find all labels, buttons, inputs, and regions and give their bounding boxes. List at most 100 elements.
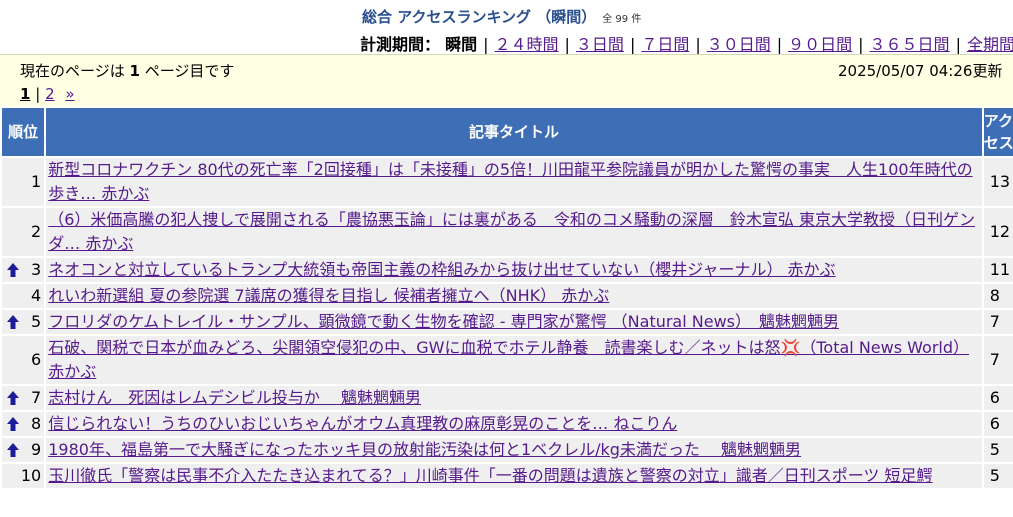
article-title-link[interactable]: 1980年、福島第一で大騒ぎになったホッキ貝の放射能汚染は何と1ベクレル/kg未…	[48, 440, 801, 459]
article-title-link[interactable]: 玉川徹氏「警察は民事不介入たたき込まれてる？」川崎事件「一番の問題は遺族と警察の…	[48, 466, 932, 485]
rank-number: 8	[31, 414, 42, 433]
rank-number: 6	[31, 350, 42, 369]
title-cell: 信じられない！うちのひいおじいちゃんがオウム真理教の麻原彰晃のことを… ねこりん	[46, 412, 982, 436]
rank-up-arrow-icon	[7, 443, 19, 457]
separator: |	[35, 85, 41, 103]
pager-current: 1	[20, 85, 31, 103]
title-cell: （6）米価高騰の犯人捜しで展開される「農協悪玉論」には裏がある 令和のコメ騒動の…	[46, 208, 982, 256]
period-link-30d[interactable]: ３０日間	[707, 35, 771, 54]
access-column-header: アクセス	[983, 108, 1013, 156]
table-row: 10 玉川徹氏「警察は民事不介入たたき込まれてる？」川崎事件「一番の問題は遺族と警…	[2, 464, 1013, 488]
rank-cell: 1	[2, 158, 45, 206]
separator: |	[858, 35, 864, 54]
article-title-link[interactable]: 志村けん 死因はレムデシビル投与か 魑魅魍魎男	[48, 388, 421, 407]
access-count: 6	[983, 412, 1013, 436]
rank-cell: 7	[2, 386, 45, 410]
access-count: 13	[983, 158, 1013, 206]
access-count: 8	[983, 284, 1013, 308]
title-cell: 志村けん 死因はレムデシビル投与か 魑魅魍魎男	[46, 386, 982, 410]
title-cell: 新型コロナワクチン 80代の死亡率「2回接種」は「未接種」の5倍！川田龍平参院議…	[46, 158, 982, 206]
rank-number: 4	[31, 286, 42, 305]
table-row: 4 れいわ新選組 夏の参院選 7議席の獲得を目指し 候補者擁立へ（NHK） 赤かぶ…	[2, 284, 1013, 308]
table-row: 1 新型コロナワクチン 80代の死亡率「2回接種」は「未接種」の5倍！川田龍平参院…	[2, 158, 1013, 206]
access-count: 6	[983, 386, 1013, 410]
article-title-link[interactable]: 石破、関税で日本が血みどろ、尖閣領空侵犯の中、GWに血税でホテル静養 読書楽しむ…	[48, 338, 969, 381]
table-row: 5 フロリダのケムトレイル・サンプル、顕微鏡で動く生物を確認 - 専門家が驚愕 （…	[2, 310, 1013, 334]
ranking-title: 総合 アクセスランキング （瞬間） 全 99 件	[362, 6, 641, 27]
title-cell: 石破、関税で日本が血みどろ、尖閣領空侵犯の中、GWに血税でホテル静養 読書楽しむ…	[46, 336, 982, 384]
page-header: 総合 アクセスランキング （瞬間） 全 99 件 計測期間： 瞬間 | ２４時間 | ３日…	[0, 0, 1013, 54]
title-column-header: 記事タイトル	[46, 108, 982, 156]
period-label: 計測期間：	[360, 35, 441, 54]
rank-up-arrow-icon	[7, 417, 19, 431]
rank-number: 5	[31, 312, 42, 331]
separator: |	[483, 35, 489, 54]
separator: |	[695, 35, 701, 54]
pager-page-2[interactable]: 2	[45, 85, 55, 103]
rank-cell: 4	[2, 284, 45, 308]
title-cell: 1980年、福島第一で大騒ぎになったホッキ貝の放射能汚染は何と1ベクレル/kg未…	[46, 438, 982, 462]
page-info-prefix: 現在のページは	[20, 62, 125, 80]
article-title-link[interactable]: れいわ新選組 夏の参院選 7議席の獲得を目指し 候補者擁立へ（NHK） 赤かぶ	[48, 286, 609, 305]
title-cell: フロリダのケムトレイル・サンプル、顕微鏡で動く生物を確認 - 専門家が驚愕 （N…	[46, 310, 982, 334]
period-link-24h[interactable]: ２４時間	[495, 35, 559, 54]
pagination: 1 | 2 »	[20, 85, 75, 103]
rank-cell: 6	[2, 336, 45, 384]
total-count: 全 99 件	[602, 14, 642, 25]
article-title-link[interactable]: （6）米価高騰の犯人捜しで展開される「農協悪玉論」には裏がある 令和のコメ騒動の…	[48, 210, 975, 253]
title-cell: ネオコンと対立しているトランプ大統領も帝国主義の枠組みから抜け出せていない（櫻井…	[46, 258, 982, 282]
access-count: 11	[983, 258, 1013, 282]
table-row: 2 （6）米価高騰の犯人捜しで展開される「農協悪玉論」には裏がある 令和のコメ騒動…	[2, 208, 1013, 256]
rank-cell: 5	[2, 310, 45, 334]
page-info-number: 1	[129, 62, 140, 80]
table-row: 6 石破、関税で日本が血みどろ、尖閣領空侵犯の中、GWに血税でホテル静養 読書楽し…	[2, 336, 1013, 384]
table-row: 9 1980年、福島第一で大騒ぎになったホッキ貝の放射能汚染は何と1ベクレル/kg…	[2, 438, 1013, 462]
separator: |	[955, 35, 961, 54]
rank-number: 1	[31, 172, 42, 191]
title-cell: れいわ新選組 夏の参院選 7議席の獲得を目指し 候補者擁立へ（NHK） 赤かぶ	[46, 284, 982, 308]
rank-up-arrow-icon	[7, 315, 19, 329]
article-title-link[interactable]: フロリダのケムトレイル・サンプル、顕微鏡で動く生物を確認 - 専門家が驚愕 （N…	[48, 312, 839, 331]
table-row: 8 信じられない！うちのひいおじいちゃんがオウム真理教の麻原彰晃のことを… ねこり…	[2, 412, 1013, 436]
page-info-suffix: ページ目です	[144, 62, 235, 80]
rank-number: 7	[31, 388, 42, 407]
table-header-row: 順位 記事タイトル アクセス	[2, 108, 1013, 156]
separator: |	[564, 35, 570, 54]
rank-number: 3	[31, 260, 42, 279]
table-row: 3 ネオコンと対立しているトランプ大統領も帝国主義の枠組みから抜け出せていない（櫻…	[2, 258, 1013, 282]
access-count: 7	[983, 336, 1013, 384]
rank-number: 2	[31, 222, 42, 241]
ranking-rows: 1 新型コロナワクチン 80代の死亡率「2回接種」は「未接種」の5倍！川田龍平参院…	[2, 158, 1013, 488]
period-link-3d[interactable]: ３日間	[576, 35, 624, 54]
rank-up-arrow-icon	[7, 391, 19, 405]
rank-cell: 2	[2, 208, 45, 256]
pager-next-arrow[interactable]: »	[65, 85, 74, 103]
period-link-7d[interactable]: ７日間	[641, 35, 689, 54]
rank-cell: 3	[2, 258, 45, 282]
period-link-90d[interactable]: ９０日間	[788, 35, 852, 54]
period-current: 瞬間	[445, 35, 478, 54]
rank-column-header: 順位	[2, 108, 45, 156]
article-title-link[interactable]: 新型コロナワクチン 80代の死亡率「2回接種」は「未接種」の5倍！川田龍平参院議…	[48, 160, 972, 203]
period-link-all[interactable]: 全期間	[967, 35, 1013, 54]
access-count: 12	[983, 208, 1013, 256]
access-count: 5	[983, 438, 1013, 462]
title-cell: 玉川徹氏「警察は民事不介入たたき込まれてる？」川崎事件「一番の問題は遺族と警察の…	[46, 464, 982, 488]
article-title-link[interactable]: 信じられない！うちのひいおじいちゃんがオウム真理教の麻原彰晃のことを… ねこりん	[48, 414, 677, 433]
table-row: 7 志村けん 死因はレムデシビル投与か 魑魅魍魎男 6	[2, 386, 1013, 410]
period-selector: 計測期間： 瞬間 | ２４時間 | ３日間 | ７日間 | ３０日間 | ９０日間 | ３６５日間 | 全期…	[360, 31, 1013, 55]
rank-cell: 10	[2, 464, 45, 488]
rank-number: 10	[20, 466, 42, 485]
rank-cell: 9	[2, 438, 45, 462]
access-count: 7	[983, 310, 1013, 334]
ranking-title-text: 総合 アクセスランキング （瞬間）	[362, 8, 597, 26]
rank-cell: 8	[2, 412, 45, 436]
info-bar: 現在のページは 1 ページ目です 2025/05/07 04:26更新 1 | …	[0, 54, 1013, 107]
rank-up-arrow-icon	[7, 263, 19, 277]
separator: |	[629, 35, 636, 54]
ranking-table: 順位 記事タイトル アクセス 1 新型コロナワクチン 80代の死亡率「2回接種」は…	[0, 106, 1013, 490]
period-link-365d[interactable]: ３６５日間	[870, 35, 950, 54]
access-count: 5	[983, 464, 1013, 488]
updated-timestamp: 2025/05/07 04:26更新	[838, 62, 1003, 80]
article-title-link[interactable]: ネオコンと対立しているトランプ大統領も帝国主義の枠組みから抜け出せていない（櫻井…	[48, 260, 835, 279]
